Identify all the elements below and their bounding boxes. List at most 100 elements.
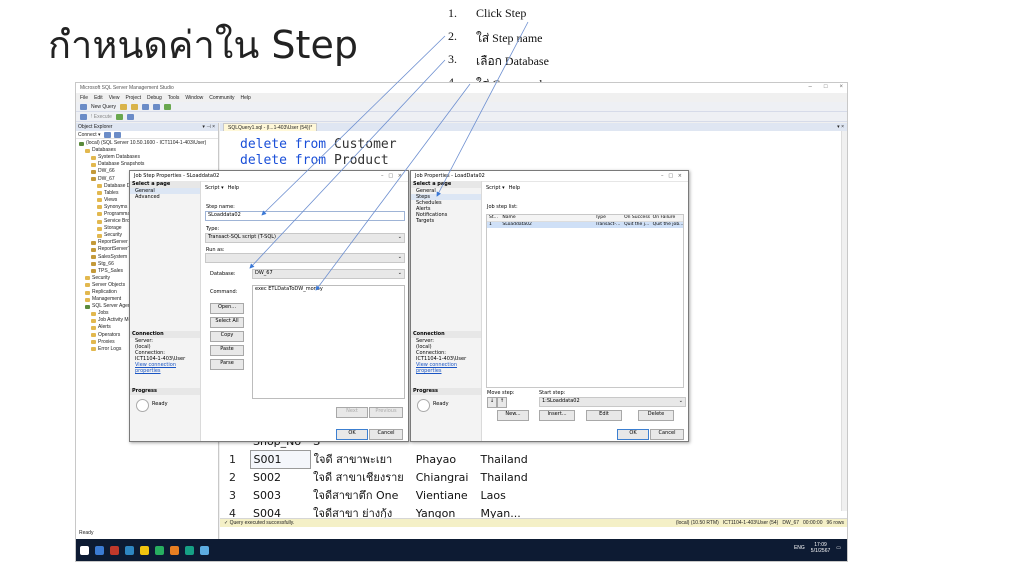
server-icon <box>79 141 84 146</box>
status-db: DW_67 <box>782 520 800 526</box>
chrome-icon[interactable] <box>155 545 164 555</box>
save-icon[interactable] <box>142 103 150 110</box>
menu-project[interactable]: Project <box>125 95 141 101</box>
menu-community[interactable]: Community <box>209 95 234 101</box>
refresh-icon[interactable] <box>103 131 111 138</box>
close-button[interactable]: × <box>839 84 843 90</box>
powerpoint-icon[interactable] <box>110 545 119 555</box>
chevron-down-icon: ⌄ <box>397 270 402 276</box>
execute-button[interactable]: ! Execute <box>91 114 112 120</box>
parse-button[interactable]: Parse <box>210 359 244 370</box>
database-select[interactable]: DW_67 ⌄ <box>252 269 405 279</box>
insert-step-button[interactable]: Insert... <box>539 410 575 421</box>
object-explorer-header: Object Explorer ▾ ⊣ × <box>76 123 218 131</box>
new-query-button[interactable]: New Query <box>91 104 116 110</box>
open-file-icon[interactable] <box>120 103 128 110</box>
menu-edit[interactable]: Edit <box>94 95 103 101</box>
type-select[interactable]: Transact-SQL script (T-SQL) ⌄ <box>205 233 405 243</box>
tree-node[interactable]: Database Snapshots <box>76 161 218 168</box>
filter-icon[interactable] <box>113 131 121 138</box>
dialog-window-controls[interactable]: – □ × <box>381 173 402 179</box>
notification-icon[interactable]: ▭ <box>836 545 841 551</box>
connect-icon[interactable] <box>80 113 87 120</box>
open-folder-icon[interactable] <box>131 103 139 110</box>
copy-button[interactable]: Copy <box>210 331 244 342</box>
select-all-button[interactable]: Select All <box>210 317 244 328</box>
page-targets[interactable]: Targets <box>411 218 481 224</box>
chevron-down-icon: ⌄ <box>397 234 402 240</box>
firefox-icon[interactable] <box>170 545 179 555</box>
minimize-button[interactable]: – <box>809 84 812 90</box>
edit-step-button[interactable]: Edit <box>586 410 622 421</box>
dialog-toolbar: Script ▾ Help <box>205 185 239 191</box>
excel-icon[interactable] <box>185 545 194 555</box>
page-advanced[interactable]: Advanced <box>130 194 200 200</box>
step-item-3: 3. เลือก Database <box>448 52 549 68</box>
folder-icon <box>85 297 90 302</box>
move-up-button[interactable]: ↑ <box>497 397 507 408</box>
previous-button[interactable]: Previous <box>369 407 403 418</box>
language-indicator[interactable]: ENG <box>794 545 805 551</box>
menu-tools[interactable]: Tools <box>168 95 180 101</box>
progress-spinner <box>136 399 149 412</box>
view-connection-link[interactable]: View connection properties <box>130 362 200 374</box>
move-down-button[interactable]: ↓ <box>487 397 497 408</box>
folder-icon <box>91 318 96 323</box>
next-button[interactable]: Next <box>336 407 368 418</box>
tree-node[interactable]: System Databases <box>76 154 218 161</box>
menu-debug[interactable]: Debug <box>147 95 162 101</box>
close-tab-icon[interactable]: ▾ × <box>837 124 844 130</box>
maximize-button[interactable]: □ <box>824 84 828 90</box>
script-button[interactable]: Script ▾ <box>486 185 505 191</box>
tree-node[interactable]: Databases <box>76 147 218 154</box>
folder-icon[interactable] <box>140 545 149 555</box>
ok-button[interactable]: OK <box>336 429 368 440</box>
start-icon[interactable] <box>80 545 89 555</box>
open-button[interactable]: Open... <box>210 303 244 314</box>
new-query-icon[interactable] <box>80 103 87 110</box>
ssms-icon[interactable] <box>200 545 209 555</box>
ok-button[interactable]: OK <box>617 429 649 440</box>
pin-icon[interactable]: ▾ ⊣ × <box>202 124 215 130</box>
word-icon[interactable] <box>95 545 104 555</box>
folder-icon <box>97 219 102 224</box>
script-button[interactable]: Script ▾ <box>205 185 224 191</box>
cancel-button[interactable]: Cancel <box>369 429 403 440</box>
selected-cell[interactable]: S001 <box>249 449 311 469</box>
dialog-window-controls[interactable]: – □ × <box>661 173 682 179</box>
command-textarea[interactable]: exec ETLDataToDW_money <box>252 285 405 399</box>
view-connection-link[interactable]: View connection properties <box>411 362 481 374</box>
save-all-icon[interactable] <box>153 103 161 110</box>
explorer-icon[interactable] <box>125 545 134 555</box>
menu-file[interactable]: File <box>80 95 88 101</box>
parse-icon[interactable] <box>115 113 123 120</box>
job-properties-dialog: Job Properties - LoadData02 – □ × Select… <box>410 170 689 442</box>
folder-icon <box>91 347 96 352</box>
table-row[interactable]: 1 SLoaddata02 Transact-... Quit the j...… <box>487 222 683 228</box>
menu-window[interactable]: Window <box>185 95 203 101</box>
tree-node[interactable]: (local) (SQL Server 10.50.1600 - ICT1104… <box>76 140 218 147</box>
connect-button[interactable]: Connect ▾ <box>78 132 101 138</box>
paste-button[interactable]: Paste <box>210 345 244 356</box>
cancel-button[interactable]: Cancel <box>650 429 684 440</box>
clock[interactable]: 17:09 5/1/2567 <box>811 542 830 554</box>
results-grid-icon[interactable] <box>126 113 134 120</box>
activity-icon[interactable] <box>164 103 172 110</box>
new-step-button[interactable]: New... <box>497 410 529 421</box>
delete-step-button[interactable]: Delete <box>638 410 674 421</box>
dialog-toolbar: Script ▾ Help <box>486 185 520 191</box>
help-button[interactable]: Help <box>228 185 239 191</box>
table-row[interactable]: 2 S002 ใจดี สาขาเชียงราย Chiangrai Thail… <box>226 468 537 486</box>
menu-help[interactable]: Help <box>241 95 251 101</box>
run-as-select[interactable]: ⌄ <box>205 253 405 263</box>
table-row[interactable]: 3 S003 ใจดีสาขาตึก One Vientiane Laos <box>226 486 537 504</box>
editor-tab[interactable]: SQLQuery1.sql - (l...1-403\User (54))* <box>223 123 318 131</box>
folder-icon <box>91 333 96 338</box>
table-row[interactable]: 1 S001 ใจดี สาขาพะเยา Phayao Thailand <box>226 449 537 469</box>
chevron-down-icon: ⌄ <box>678 398 683 404</box>
menu-view[interactable]: View <box>109 95 120 101</box>
help-button[interactable]: Help <box>509 185 520 191</box>
step-name-field[interactable]: SLoaddata02 <box>205 211 405 221</box>
start-step-select[interactable]: 1:SLoaddata02 ⌄ <box>539 397 686 407</box>
sql-code[interactable]: delete from Customer delete from Product <box>240 137 397 169</box>
